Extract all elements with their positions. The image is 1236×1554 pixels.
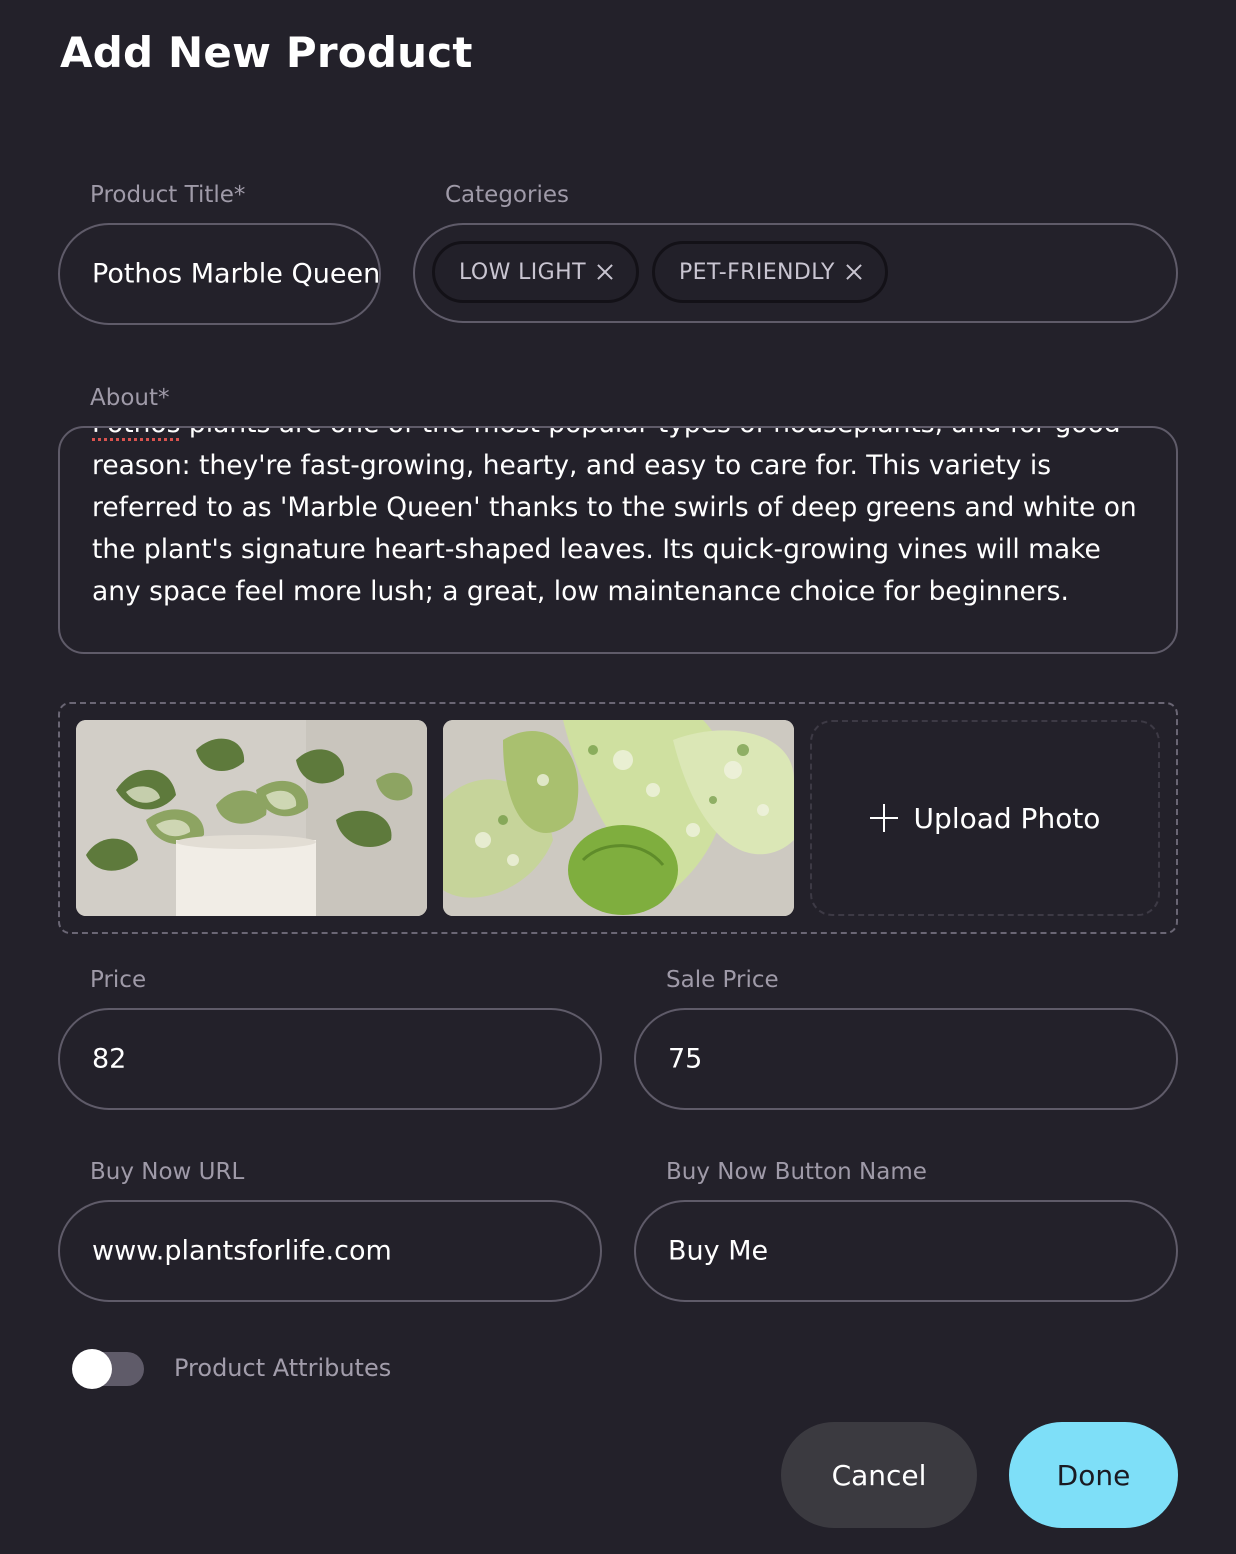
upload-photo-label: Upload Photo	[913, 801, 1101, 835]
buy-now-button-name-value: Buy Me	[668, 1235, 769, 1267]
product-photo[interactable]	[443, 720, 794, 916]
about-textarea[interactable]: Pothos plants are one of the most popula…	[58, 426, 1178, 654]
buy-now-button-name-field[interactable]: Buy Me	[634, 1200, 1178, 1302]
categories-field[interactable]: LOW LIGHT PET-FRIENDLY	[413, 223, 1178, 323]
product-photo[interactable]	[76, 720, 427, 916]
close-icon[interactable]	[845, 263, 863, 281]
price-label: Price	[90, 967, 147, 993]
sale-price-field[interactable]: 75	[634, 1008, 1178, 1110]
buy-now-url-label: Buy Now URL	[90, 1159, 245, 1185]
buy-now-button-name-label: Buy Now Button Name	[666, 1159, 927, 1185]
pothos-pot-image	[76, 720, 427, 916]
category-chip-label: PET-FRIENDLY	[679, 259, 835, 285]
product-title-value: Pothos Marble Queen	[92, 258, 381, 290]
price-field[interactable]: 82	[58, 1008, 602, 1110]
buy-now-url-value: www.plantsforlife.com	[92, 1235, 392, 1267]
cancel-button[interactable]: Cancel	[781, 1422, 977, 1528]
plus-icon	[869, 804, 898, 832]
pothos-leaves-image	[443, 720, 794, 916]
category-chip-label: LOW LIGHT	[459, 259, 586, 285]
sale-price-value: 75	[668, 1043, 703, 1075]
category-chip-low-light: LOW LIGHT	[432, 241, 639, 303]
about-text-body: plants are one of the most popular types…	[92, 428, 1137, 607]
sale-price-label: Sale Price	[666, 967, 779, 993]
product-title-label: Product Title*	[90, 182, 246, 208]
misspelled-word: Pothos	[92, 428, 180, 439]
photo-gallery: Upload Photo	[58, 702, 1178, 934]
upload-photo-button[interactable]: Upload Photo	[810, 720, 1160, 916]
close-icon[interactable]	[596, 263, 614, 281]
about-text: Pothos plants are one of the most popula…	[92, 428, 1152, 613]
product-attributes-label: Product Attributes	[174, 1354, 392, 1382]
product-title-field[interactable]: Pothos Marble Queen	[58, 223, 381, 325]
buy-now-url-field[interactable]: www.plantsforlife.com	[58, 1200, 602, 1302]
page-title: Add New Product	[60, 28, 473, 77]
about-label: About*	[90, 385, 170, 411]
done-button[interactable]: Done	[1009, 1422, 1178, 1528]
toggle-knob	[72, 1349, 112, 1389]
category-chip-pet-friendly: PET-FRIENDLY	[652, 241, 888, 303]
price-value: 82	[92, 1043, 127, 1075]
product-attributes-toggle[interactable]	[72, 1349, 144, 1389]
categories-label: Categories	[445, 182, 569, 208]
